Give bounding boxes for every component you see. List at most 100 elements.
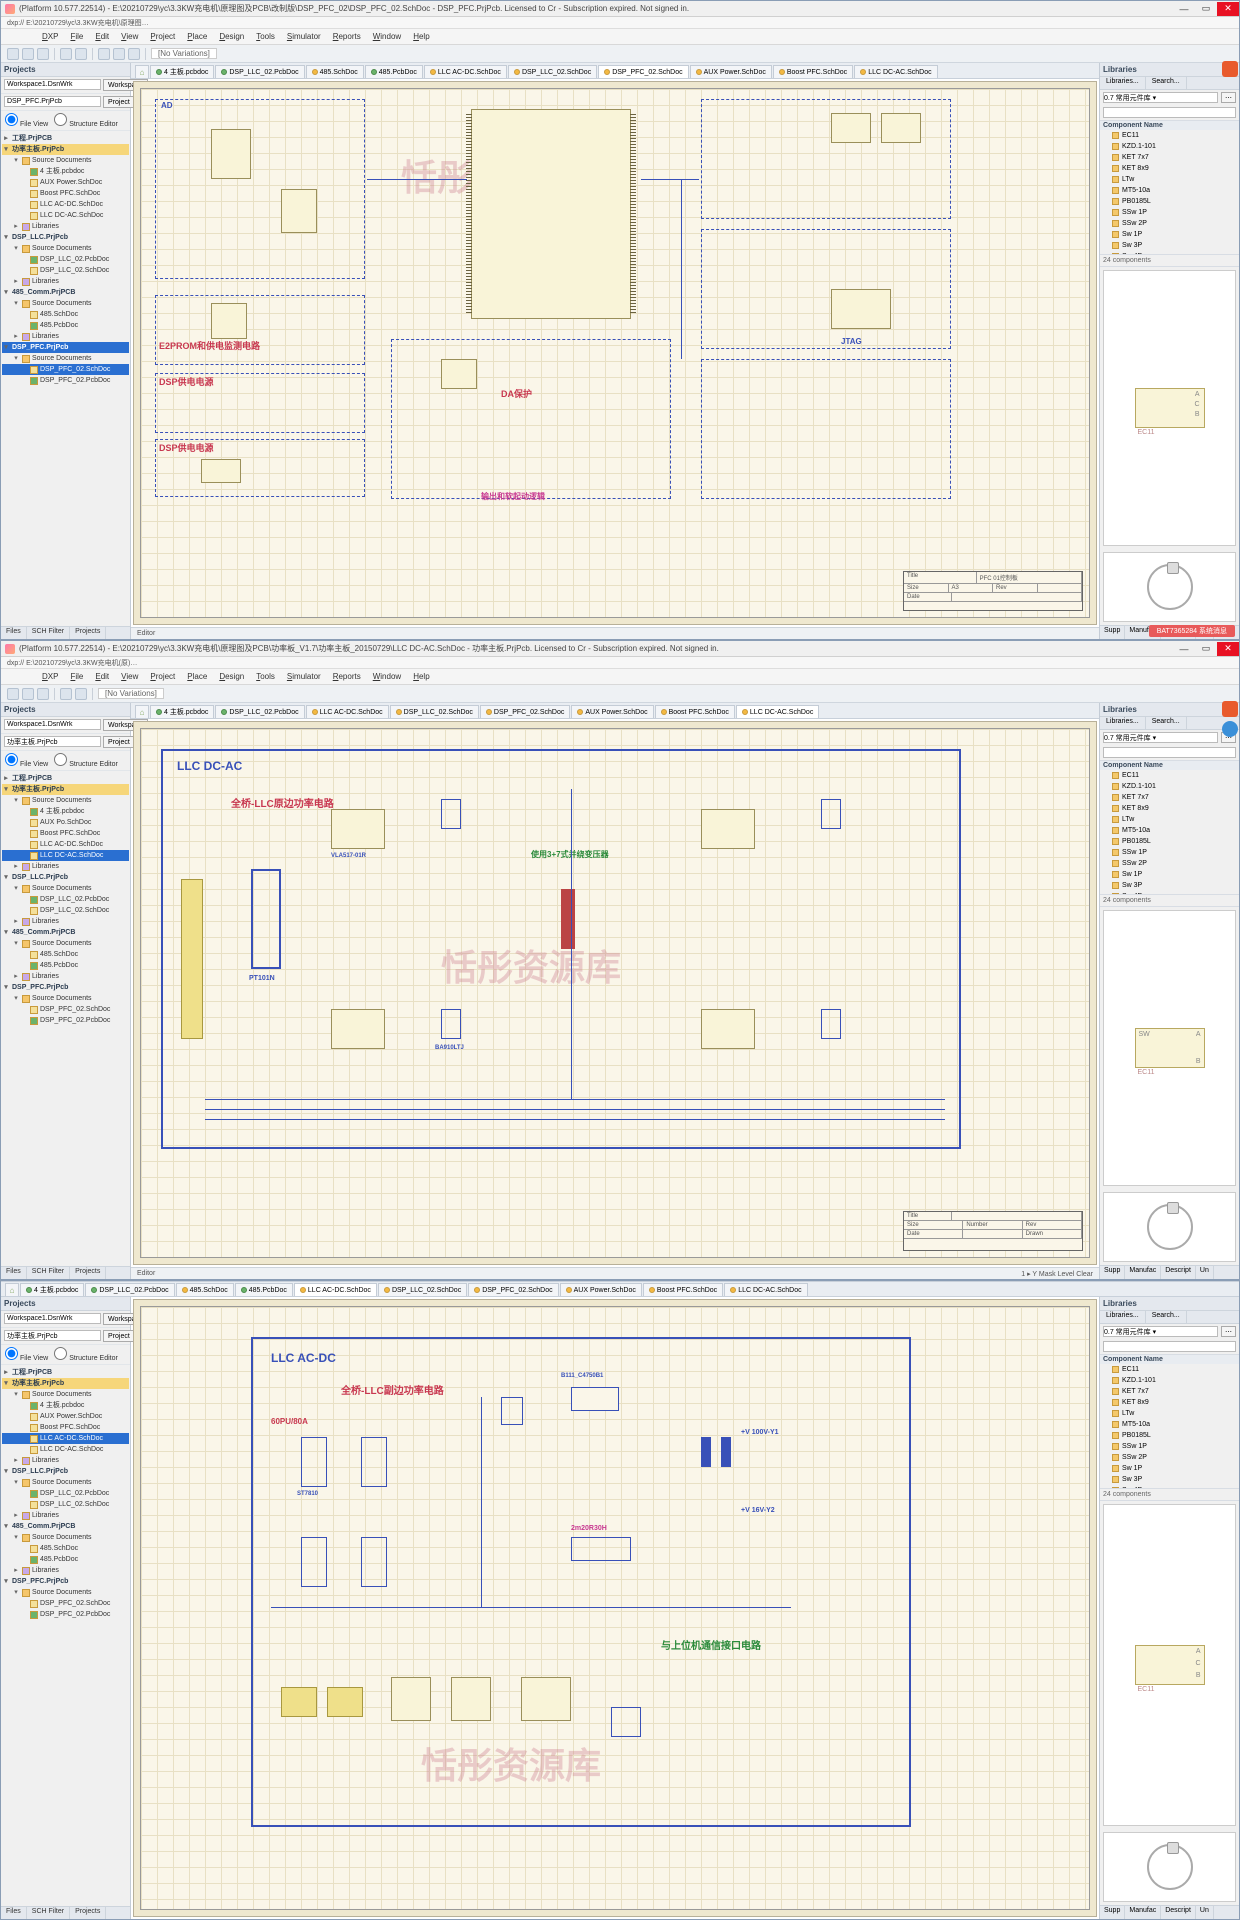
lib-bottom-tab[interactable]: Manufac (1125, 1906, 1161, 1919)
panel-tab[interactable]: SCH Filter (27, 627, 70, 639)
component-item[interactable]: KET 7x7 (1100, 152, 1239, 163)
toolbar-icon[interactable] (60, 688, 72, 700)
tree-item[interactable]: AUX Power.SchDoc (2, 1411, 129, 1422)
side-icon[interactable] (1222, 701, 1238, 717)
component-item[interactable]: KZD.1-101 (1100, 141, 1239, 152)
tree-item[interactable]: DSP_PFC_02.SchDoc (2, 364, 129, 375)
tree-item[interactable]: DSP_LLC_02.SchDoc (2, 265, 129, 276)
menu-simulator[interactable]: Simulator (282, 32, 326, 41)
toast-notification[interactable]: BAT7365284 系统消息 (1149, 625, 1235, 637)
maximize-button[interactable]: ▭ (1195, 2, 1217, 16)
tree-item[interactable]: DSP_PFC_02.PcbDoc (2, 1609, 129, 1620)
lib-tab[interactable]: Libraries... (1100, 717, 1146, 729)
toolbar-icon[interactable] (128, 48, 140, 60)
schematic-canvas[interactable]: 恬彤资源库 LLC DC-AC 全桥-LLC原边功率电路 PT101N VLA5… (133, 721, 1097, 1265)
menu-edit[interactable]: Edit (90, 32, 114, 41)
document-tab[interactable]: AUX Power.SchDoc (690, 65, 772, 78)
tree-item[interactable]: ▾DSP_PFC.PrjPcb (2, 982, 129, 993)
minimize-button[interactable]: — (1173, 642, 1195, 656)
document-tabs[interactable]: ⌂4 主板.pcbdocDSP_LLC_02.PcbDoc485.SchDoc4… (1, 1281, 1239, 1297)
tree-item[interactable]: LLC DC-AC.SchDoc (2, 1444, 129, 1455)
toolbar-icon[interactable] (75, 48, 87, 60)
toolbar-icon[interactable] (37, 688, 49, 700)
menu-bar[interactable]: DXPFileEditViewProjectPlaceDesignToolsSi… (1, 669, 1239, 685)
menu-view[interactable]: View (116, 672, 143, 681)
toolbar[interactable]: [No Variations] (1, 45, 1239, 63)
tree-item[interactable]: ▾Source Documents (2, 1389, 129, 1400)
component-item[interactable]: Sw 3P (1100, 240, 1239, 251)
component-item[interactable]: PB0185L (1100, 836, 1239, 847)
libraries-tabs[interactable]: Libraries...Search... (1100, 717, 1239, 730)
tree-item[interactable]: DSP_PFC_02.PcbDoc (2, 1015, 129, 1026)
lib-tab[interactable]: Libraries... (1100, 1311, 1146, 1323)
tree-item[interactable]: LLC DC-AC.SchDoc (2, 850, 129, 861)
document-tab[interactable]: Boost PFC.SchDoc (773, 65, 853, 78)
tree-item[interactable]: DSP_LLC_02.PcbDoc (2, 894, 129, 905)
panel-tab[interactable]: Files (1, 627, 27, 639)
component-item[interactable]: SSw 1P (1100, 207, 1239, 218)
library-select[interactable] (1103, 1326, 1218, 1337)
tree-item[interactable]: ▾485_Comm.PrjPCB (2, 1521, 129, 1532)
document-tabs[interactable]: ⌂4 主板.pcbdocDSP_LLC_02.PcbDocLLC AC-DC.S… (131, 703, 1099, 719)
panel-tab[interactable]: Files (1, 1267, 27, 1279)
libraries-bottom-tabs[interactable]: SuppManufacDescriptUn (1100, 1265, 1239, 1279)
menu-design[interactable]: Design (214, 32, 249, 41)
document-tab[interactable]: DSP_LLC_02.PcbDoc (215, 65, 304, 78)
tree-item[interactable]: ▾Source Documents (2, 243, 129, 254)
menu-tools[interactable]: Tools (251, 672, 280, 681)
tree-item[interactable]: ▾DSP_PFC.PrjPcb (2, 1576, 129, 1587)
tree-item[interactable]: ▾DSP_LLC.PrjPcb (2, 872, 129, 883)
component-item[interactable]: Sw 3P (1100, 880, 1239, 891)
menu-place[interactable]: Place (182, 32, 212, 41)
menu-place[interactable]: Place (182, 672, 212, 681)
tree-item[interactable]: DSP_LLC_02.PcbDoc (2, 1488, 129, 1499)
tree-item[interactable]: ▾Source Documents (2, 1477, 129, 1488)
close-button[interactable]: ✕ (1217, 642, 1239, 656)
structure-editor-radio[interactable]: Structure Editor (54, 113, 118, 128)
tree-item[interactable]: ▾功率主板.PrjPcb (2, 144, 129, 155)
libraries-tabs[interactable]: Libraries...Search... (1100, 77, 1239, 90)
tree-item[interactable]: 485.PcbDoc (2, 320, 129, 331)
component-item[interactable]: KZD.1-101 (1100, 781, 1239, 792)
tree-item[interactable]: Boost PFC.SchDoc (2, 188, 129, 199)
document-tab[interactable]: DSP_PFC_02.SchDoc (598, 65, 688, 78)
tree-item[interactable]: ▸Libraries (2, 1565, 129, 1576)
document-tab[interactable]: LLC AC-DC.SchDoc (306, 705, 389, 718)
document-tab[interactable]: AUX Power.SchDoc (571, 705, 653, 718)
component-item[interactable]: KET 8x9 (1100, 163, 1239, 174)
file-view-radio[interactable]: File View (5, 753, 48, 768)
home-tab[interactable]: ⌂ (5, 1283, 19, 1296)
panel-tab[interactable]: Projects (70, 1907, 106, 1919)
tree-item[interactable]: ▸Libraries (2, 221, 129, 232)
component-item[interactable]: KET 8x9 (1100, 803, 1239, 814)
toolbar-icon[interactable] (7, 688, 19, 700)
menu-dxp[interactable]: DXP (37, 32, 63, 41)
tree-item[interactable]: ▾DSP_LLC.PrjPcb (2, 232, 129, 243)
panel-tab[interactable]: Projects (70, 627, 106, 639)
document-tab[interactable]: LLC DC-AC.SchDoc (736, 705, 819, 718)
menu-file[interactable]: File (65, 672, 88, 681)
document-tab[interactable]: Boost PFC.SchDoc (643, 1283, 723, 1296)
tree-item[interactable]: LLC AC-DC.SchDoc (2, 839, 129, 850)
component-item[interactable]: MT5-10a (1100, 185, 1239, 196)
component-item[interactable]: SSw 2P (1100, 1452, 1239, 1463)
titlebar[interactable]: (Platform 10.577.22514) - E:\20210729\yc… (1, 1, 1239, 17)
menu-reports[interactable]: Reports (328, 672, 366, 681)
lib-bottom-tab[interactable]: Descript (1161, 1266, 1196, 1279)
component-item[interactable]: KZD.1-101 (1100, 1375, 1239, 1386)
toolbar-icon[interactable] (22, 48, 34, 60)
tree-item[interactable]: 4 主板.pcbdoc (2, 1400, 129, 1411)
tree-item[interactable]: DSP_LLC_02.SchDoc (2, 1499, 129, 1510)
tree-item[interactable]: DSP_LLC_02.PcbDoc (2, 254, 129, 265)
document-tab[interactable]: LLC AC-DC.SchDoc (424, 65, 507, 78)
tree-item[interactable]: ▾功率主板.PrjPcb (2, 1378, 129, 1389)
lib-bottom-tab[interactable]: Un (1196, 1906, 1214, 1919)
menu-reports[interactable]: Reports (328, 32, 366, 41)
document-tab[interactable]: 4 主板.pcbdoc (150, 705, 214, 718)
tree-item[interactable]: 485.SchDoc (2, 1543, 129, 1554)
side-icon[interactable] (1222, 721, 1238, 737)
lib-tab[interactable]: Search... (1146, 717, 1187, 729)
lib-tab[interactable]: Search... (1146, 1311, 1187, 1323)
document-tab[interactable]: 4 主板.pcbdoc (20, 1283, 84, 1296)
component-item[interactable]: PB0185L (1100, 196, 1239, 207)
